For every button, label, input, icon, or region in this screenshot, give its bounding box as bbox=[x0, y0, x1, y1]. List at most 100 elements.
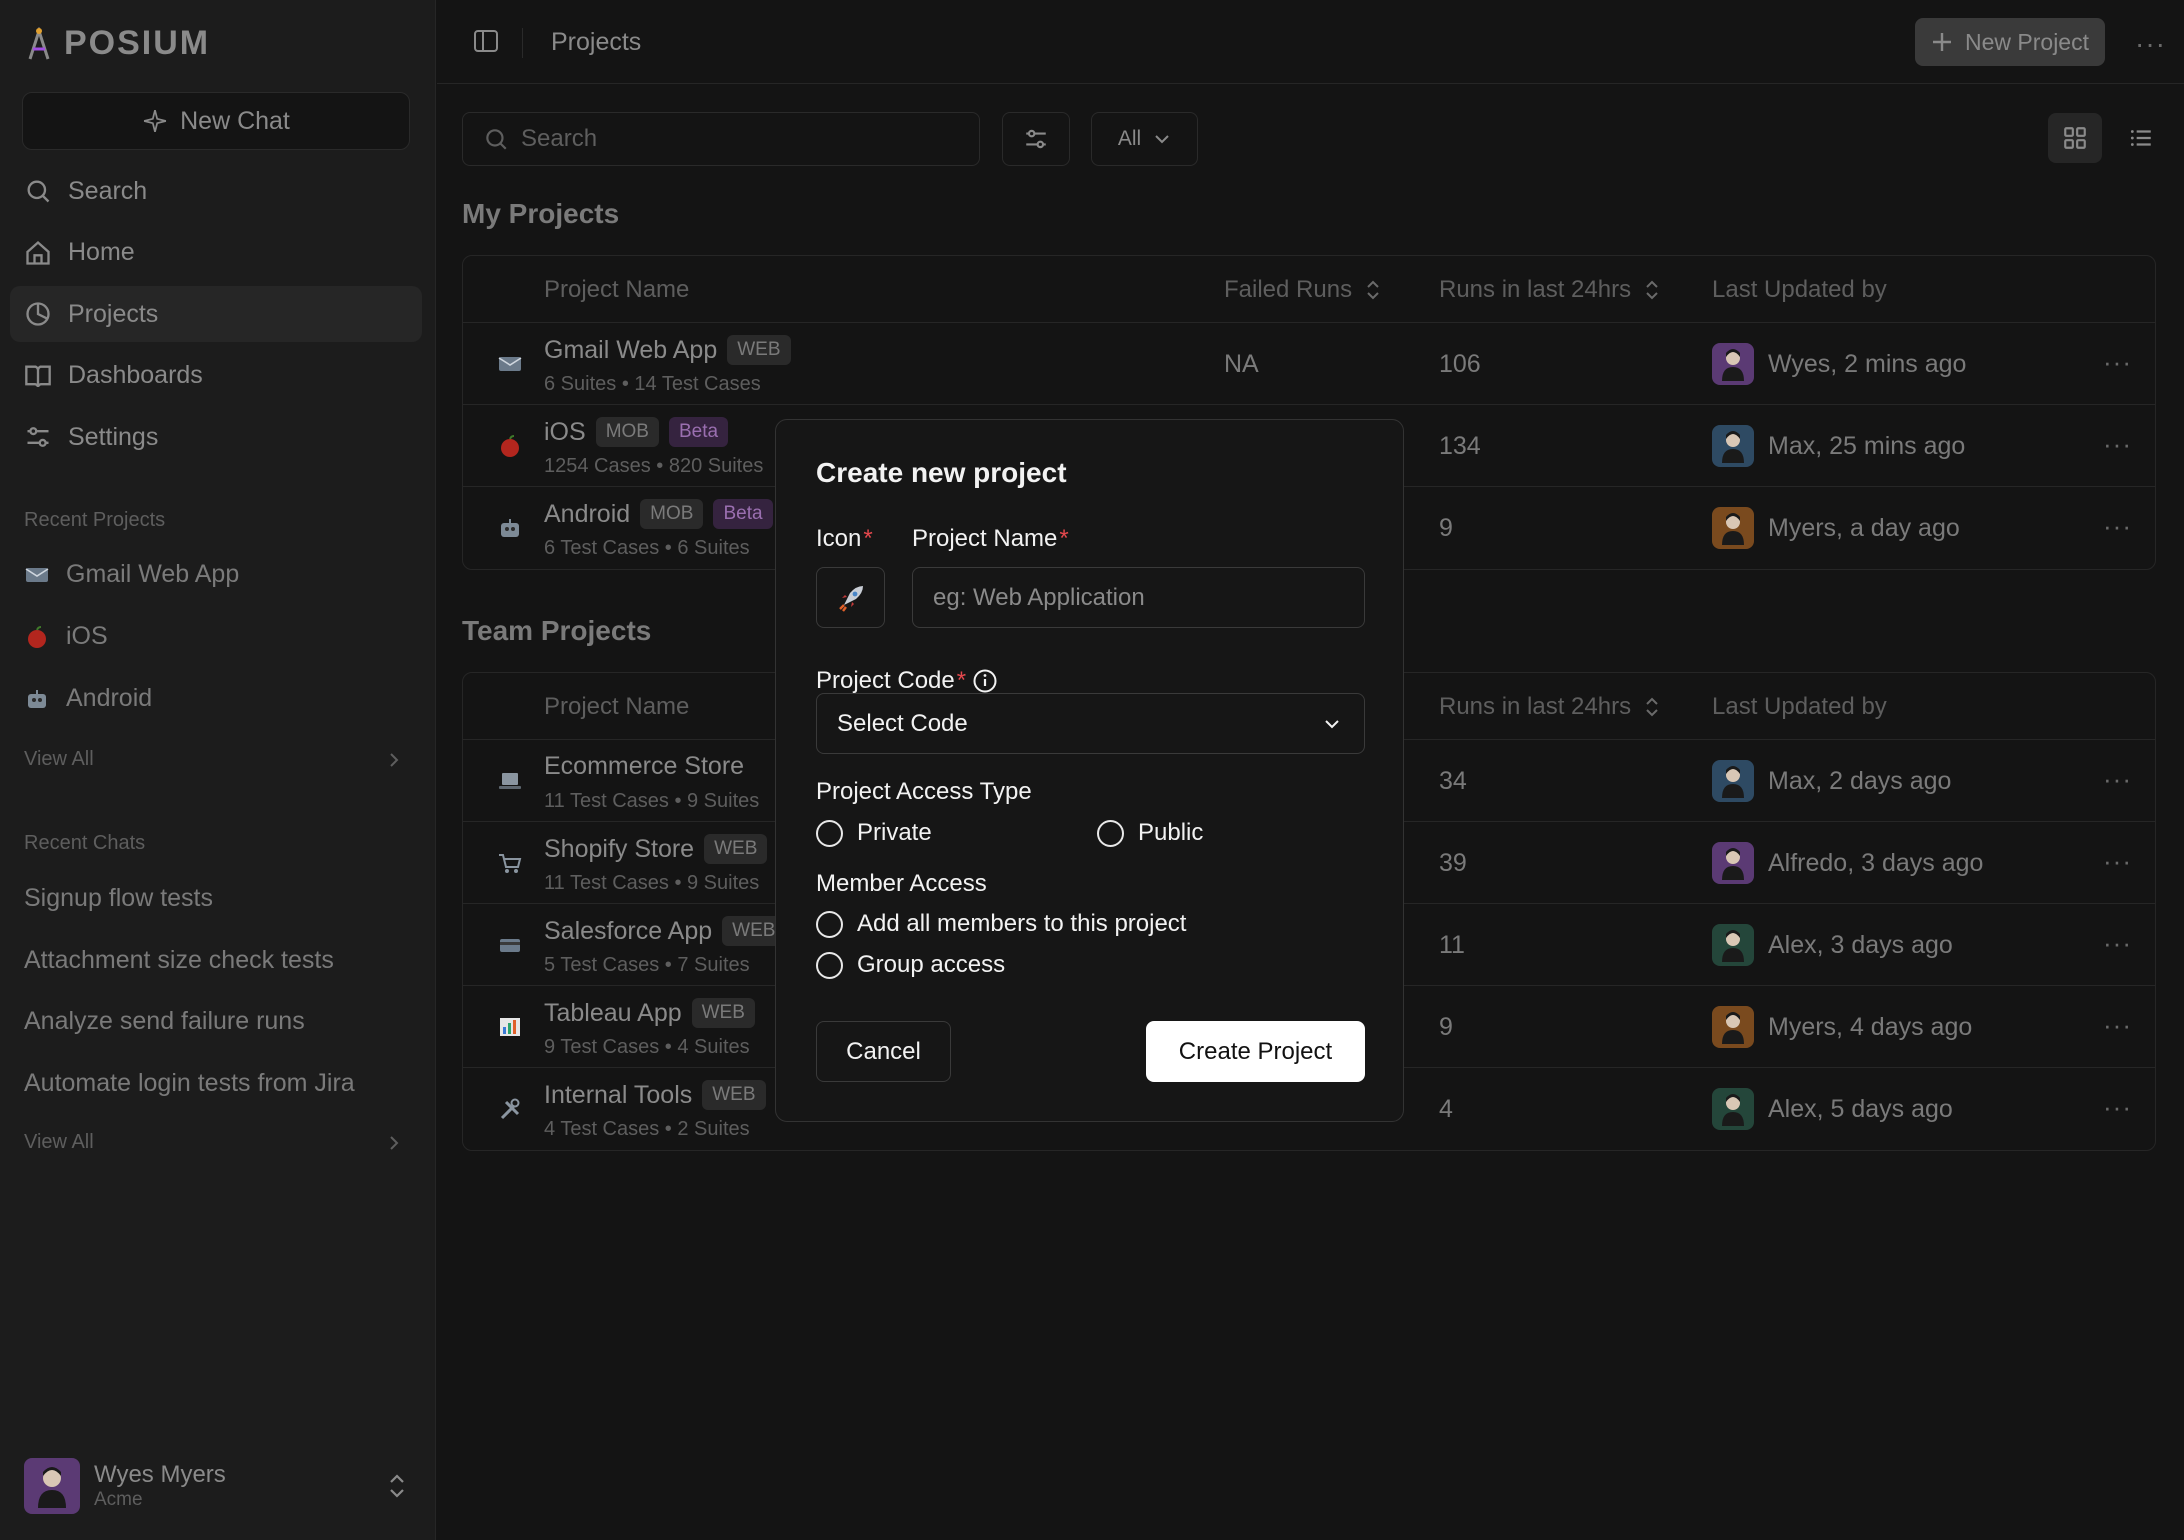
row-more-icon[interactable]: ··· bbox=[2103, 1010, 2132, 1041]
table-row[interactable]: Gmail Web App WEB 6 Suites • 14 Test Cases… bbox=[463, 323, 2155, 405]
icon-field-label: Icon * bbox=[816, 525, 873, 553]
nav-item-search[interactable]: Search bbox=[10, 163, 422, 219]
project-name-input[interactable] bbox=[912, 567, 1365, 628]
view-all-projects-link[interactable]: View All bbox=[24, 748, 404, 771]
project-name[interactable]: Tableau App WEB bbox=[544, 998, 755, 1028]
last-updated: Myers, a day ago bbox=[1712, 507, 1960, 549]
user-avatar bbox=[1712, 507, 1754, 549]
row-more-icon[interactable]: ··· bbox=[2103, 347, 2132, 378]
info-icon[interactable] bbox=[972, 668, 998, 694]
row-more-icon[interactable]: ··· bbox=[2103, 429, 2132, 460]
column-runs[interactable]: Runs in last 24hrs bbox=[1439, 276, 1661, 304]
project-name[interactable]: Shopify Store WEB bbox=[544, 834, 768, 864]
nav-item-dashboards[interactable]: Dashboards bbox=[10, 348, 422, 404]
column-last-updated: Last Updated by bbox=[1712, 276, 1887, 303]
project-name-label: Project Name * bbox=[912, 525, 1069, 553]
project-code-select[interactable]: Select Code bbox=[816, 693, 1365, 754]
app-name: POSIUM bbox=[64, 24, 211, 62]
code-label-text: Project Code bbox=[816, 667, 955, 694]
nav-item-home[interactable]: Home bbox=[10, 225, 422, 281]
failed-runs-value: NA bbox=[1224, 350, 1259, 378]
nav-item-label: Settings bbox=[68, 422, 159, 451]
create-project-button[interactable]: Create Project bbox=[1146, 1021, 1365, 1082]
project-name[interactable]: Android MOB Beta bbox=[544, 499, 773, 529]
filter-button[interactable] bbox=[1002, 112, 1070, 166]
grid-view-toggle[interactable] bbox=[2048, 113, 2102, 163]
runs-value: 11 bbox=[1439, 931, 1465, 959]
column-failed-runs[interactable]: Failed Runs bbox=[1224, 276, 1382, 304]
last-updated-text: Alfredo, 3 days ago bbox=[1768, 848, 1984, 877]
recent-project-gmail[interactable]: Gmail Web App bbox=[24, 560, 239, 589]
recent-chat-item[interactable]: Attachment size check tests bbox=[24, 946, 334, 975]
my-projects-title: My Projects bbox=[462, 198, 620, 229]
card-icon bbox=[500, 939, 520, 952]
row-more-icon[interactable]: ··· bbox=[2103, 1092, 2132, 1123]
user-menu[interactable]: Wyes Myers Acme bbox=[24, 1458, 409, 1514]
recent-project-label: Gmail Web App bbox=[66, 560, 240, 588]
project-name-text: Tableau App bbox=[544, 998, 682, 1027]
recent-project-ios[interactable]: iOS bbox=[24, 622, 108, 651]
column-project-name[interactable]: Project Name bbox=[544, 693, 689, 721]
runs-value: 9 bbox=[1439, 1013, 1453, 1041]
access-type-label: Project Access Type bbox=[816, 778, 1032, 805]
project-type-badge: Beta bbox=[668, 417, 729, 447]
project-name[interactable]: Salesforce App WEB bbox=[544, 916, 786, 946]
radio-add-all-members[interactable]: Add all members to this project bbox=[816, 910, 1186, 938]
main-nav: Search Home Projects Dashboards Settings bbox=[10, 163, 422, 471]
new-chat-button[interactable]: New Chat bbox=[22, 92, 410, 150]
radio-private[interactable]: Private bbox=[816, 819, 932, 847]
icon-picker[interactable] bbox=[816, 567, 885, 628]
recent-chat-item[interactable]: Analyze send failure runs bbox=[24, 1007, 305, 1036]
radio-group-access[interactable]: Group access bbox=[816, 951, 1005, 979]
project-type-badge: MOB bbox=[640, 499, 704, 529]
radio-public[interactable]: Public bbox=[1097, 819, 1203, 847]
recent-chat-item[interactable]: Signup flow tests bbox=[24, 884, 213, 913]
required-mark: * bbox=[956, 667, 967, 694]
chevron-updown-icon bbox=[390, 1474, 404, 1498]
project-name[interactable]: Ecommerce Store bbox=[544, 752, 744, 781]
row-more-icon[interactable]: ··· bbox=[2103, 846, 2132, 877]
more-options-icon[interactable]: ··· bbox=[2135, 28, 2166, 60]
sidebar-toggle-icon[interactable] bbox=[472, 27, 500, 55]
project-search[interactable]: Search bbox=[462, 112, 980, 166]
nav-item-projects[interactable]: Projects bbox=[10, 286, 422, 342]
cancel-button[interactable]: Cancel bbox=[816, 1021, 951, 1082]
nav-item-label: Dashboards bbox=[68, 361, 203, 389]
view-all-chats-link[interactable]: View All bbox=[24, 1131, 404, 1154]
recent-project-label: Android bbox=[66, 684, 153, 712]
project-name-text: Internal Tools bbox=[544, 1080, 693, 1109]
last-updated-text: Myers, 4 days ago bbox=[1768, 1012, 1973, 1041]
project-name[interactable]: iOS MOB Beta bbox=[544, 417, 729, 447]
sort-icon bbox=[1646, 697, 1658, 717]
list-view-toggle[interactable] bbox=[2116, 113, 2166, 163]
app-logo[interactable]: POSIUM bbox=[24, 24, 210, 63]
recent-chats-heading: Recent Chats bbox=[24, 832, 146, 854]
last-updated: Wyes, 2 mins ago bbox=[1712, 343, 1966, 385]
column-runs[interactable]: Runs in last 24hrs bbox=[1439, 693, 1661, 721]
recent-project-android[interactable]: Android bbox=[24, 684, 152, 713]
scope-dropdown[interactable]: All bbox=[1091, 112, 1198, 166]
project-name[interactable]: Internal Tools WEB bbox=[544, 1080, 766, 1110]
last-updated-text: Wyes, 2 mins ago bbox=[1768, 349, 1967, 378]
sparkle-icon bbox=[144, 109, 167, 133]
user-avatar bbox=[24, 1458, 80, 1514]
row-more-icon[interactable]: ··· bbox=[2103, 928, 2132, 959]
user-avatar bbox=[1712, 842, 1754, 884]
project-name[interactable]: Gmail Web App WEB bbox=[544, 335, 791, 365]
person-avatar-icon bbox=[1722, 1012, 1744, 1044]
runs-value: 9 bbox=[1439, 514, 1453, 542]
sort-icon bbox=[1646, 280, 1658, 300]
project-name-text: Ecommerce Store bbox=[544, 752, 745, 780]
recent-chat-item[interactable]: Automate login tests from Jira bbox=[24, 1069, 355, 1098]
row-more-icon[interactable]: ··· bbox=[2103, 764, 2132, 795]
nav-item-label: Projects bbox=[68, 299, 159, 328]
last-updated: Alex, 3 days ago bbox=[1712, 924, 1953, 966]
project-type-badge: Beta bbox=[713, 499, 773, 529]
nav-item-settings[interactable]: Settings bbox=[10, 409, 422, 465]
row-more-icon[interactable]: ··· bbox=[2103, 511, 2132, 542]
project-type-badge: WEB bbox=[691, 998, 755, 1028]
person-avatar-icon bbox=[1722, 1094, 1744, 1126]
new-project-button[interactable]: New Project bbox=[1915, 18, 2105, 66]
column-project-name[interactable]: Project Name bbox=[544, 276, 689, 304]
project-stats: 11 Test Cases • 9 Suites bbox=[544, 790, 760, 812]
